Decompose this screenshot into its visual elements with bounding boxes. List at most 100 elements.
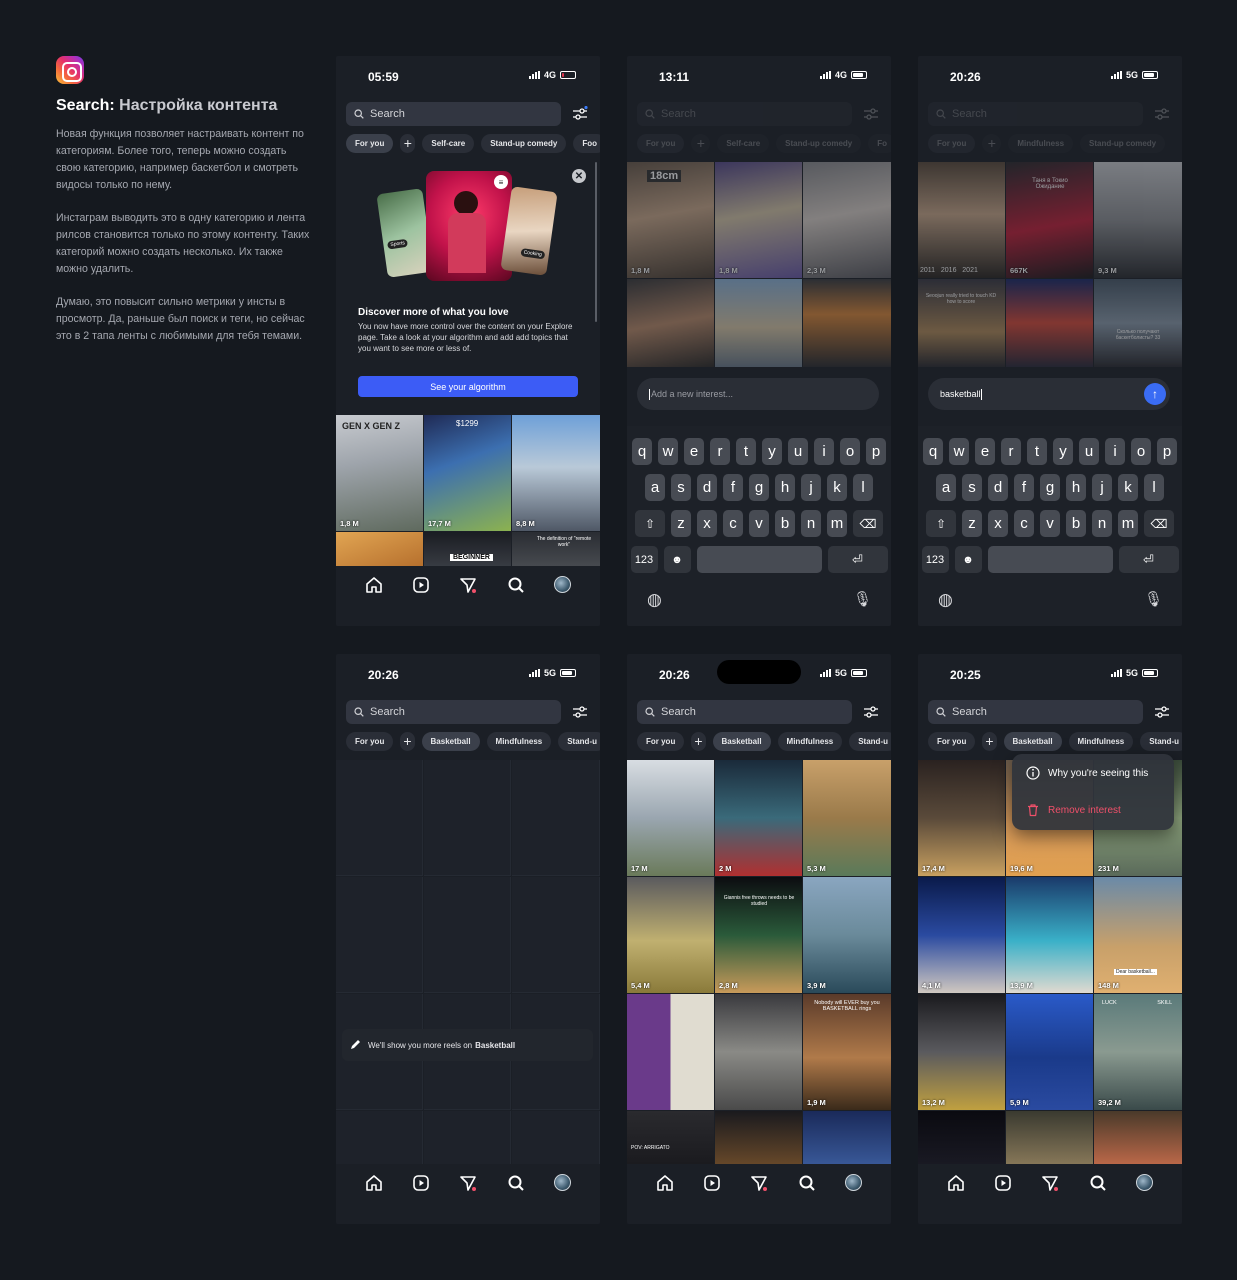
reel-tile[interactable]: 4,1 M bbox=[918, 877, 1005, 993]
chip-for-you[interactable]: For you bbox=[637, 731, 685, 751]
reel-tile[interactable]: 2 M bbox=[715, 760, 802, 876]
reel-tile[interactable] bbox=[627, 279, 714, 367]
key[interactable]: e bbox=[684, 438, 704, 465]
chip-for-you[interactable]: For you bbox=[928, 133, 976, 153]
filter-sliders-icon[interactable] bbox=[1154, 704, 1170, 720]
key[interactable]: w bbox=[658, 438, 678, 465]
key[interactable]: o bbox=[1131, 438, 1151, 465]
key[interactable]: b bbox=[775, 510, 795, 537]
key[interactable]: f bbox=[723, 474, 743, 501]
reel-tile[interactable]: Giannis free throws needs to be studied 2… bbox=[715, 877, 802, 993]
filter-sliders-icon[interactable] bbox=[863, 106, 879, 122]
chip-for-you[interactable]: For you bbox=[346, 133, 394, 153]
reel-tile[interactable] bbox=[1006, 279, 1093, 367]
key[interactable]: i bbox=[814, 438, 834, 465]
return-key[interactable]: ⏎ bbox=[827, 546, 888, 573]
emoji-key[interactable]: ☻ bbox=[954, 546, 982, 573]
new-interest-input[interactable]: basketball ↑ bbox=[928, 378, 1170, 410]
chip-stand-up[interactable]: Stand-u bbox=[1140, 731, 1182, 751]
key[interactable]: w bbox=[949, 438, 969, 465]
key[interactable]: s bbox=[671, 474, 691, 501]
reel-tile[interactable] bbox=[627, 994, 714, 1110]
reels-icon[interactable] bbox=[703, 1174, 721, 1192]
key[interactable]: g bbox=[1040, 474, 1060, 501]
see-algorithm-button[interactable]: See your algorithm bbox=[358, 376, 578, 397]
microphone-icon[interactable]: 🎙 bbox=[853, 590, 872, 608]
key[interactable]: r bbox=[710, 438, 730, 465]
filter-sliders-icon[interactable] bbox=[572, 106, 588, 122]
key[interactable]: b bbox=[1066, 510, 1086, 537]
home-icon[interactable] bbox=[656, 1174, 674, 1192]
key[interactable]: a bbox=[936, 474, 956, 501]
emoji-key[interactable]: ☻ bbox=[663, 546, 691, 573]
key[interactable]: k bbox=[827, 474, 847, 501]
reel-tile[interactable]: 5,4 M bbox=[627, 877, 714, 993]
reels-icon[interactable] bbox=[412, 1174, 430, 1192]
reel-tile[interactable]: 9,3 M bbox=[1094, 162, 1182, 278]
search-nav-icon[interactable] bbox=[798, 1174, 816, 1192]
chip-self-care[interactable]: Self-care bbox=[717, 133, 770, 153]
key[interactable]: v bbox=[749, 510, 769, 537]
reel-tile[interactable]: Nobody will EVER buy you BASKETBALL ring… bbox=[803, 994, 891, 1110]
chip-stand-up-comedy[interactable]: Stand-up comedy bbox=[481, 133, 567, 153]
messages-icon[interactable] bbox=[459, 576, 477, 594]
chip-basketball[interactable]: Basketball bbox=[1003, 731, 1062, 751]
key[interactable]: j bbox=[1092, 474, 1112, 501]
filter-sliders-icon[interactable] bbox=[572, 704, 588, 720]
key[interactable]: v bbox=[1040, 510, 1060, 537]
search-input[interactable]: Search bbox=[346, 700, 561, 724]
globe-icon[interactable]: ◍ bbox=[647, 590, 662, 610]
chip-mindfulness[interactable]: Mindfulness bbox=[777, 731, 843, 751]
search-nav-icon[interactable] bbox=[1089, 1174, 1107, 1192]
search-input[interactable]: Search bbox=[637, 102, 852, 126]
key[interactable]: d bbox=[988, 474, 1008, 501]
search-input[interactable]: Search bbox=[346, 102, 561, 126]
add-interest-button[interactable]: + bbox=[691, 133, 711, 153]
reel-tile[interactable]: 3,9 M bbox=[803, 877, 891, 993]
key[interactable]: l bbox=[1144, 474, 1164, 501]
reel-tile[interactable]: Seoojun really tried to touch KD how to … bbox=[918, 279, 1005, 367]
why-seeing-this-item[interactable]: Why you're seeing this bbox=[1026, 766, 1148, 780]
add-interest-button[interactable]: + bbox=[982, 133, 1002, 153]
close-icon[interactable]: ✕ bbox=[572, 169, 586, 183]
reel-tile[interactable] bbox=[715, 1111, 802, 1167]
reel-tile[interactable] bbox=[715, 994, 802, 1110]
add-interest-button[interactable]: + bbox=[691, 731, 706, 751]
key[interactable]: q bbox=[632, 438, 652, 465]
key[interactable]: q bbox=[923, 438, 943, 465]
key[interactable]: g bbox=[749, 474, 769, 501]
key[interactable]: x bbox=[697, 510, 717, 537]
chip-food[interactable]: Fo bbox=[868, 133, 891, 153]
search-input[interactable]: Search bbox=[928, 700, 1143, 724]
reel-tile[interactable] bbox=[803, 1111, 891, 1167]
key[interactable]: t bbox=[1027, 438, 1047, 465]
chip-self-care[interactable]: Self-care bbox=[422, 133, 475, 153]
reel-tile[interactable]: 2,3 M bbox=[803, 162, 891, 278]
reel-tile[interactable]: 17 M bbox=[627, 760, 714, 876]
search-input[interactable]: Search bbox=[928, 102, 1143, 126]
chip-stand-up[interactable]: Stand-u bbox=[558, 731, 600, 751]
key[interactable]: y bbox=[762, 438, 782, 465]
reel-tile[interactable]: 17,4 M bbox=[918, 760, 1005, 876]
reel-tile[interactable] bbox=[918, 1111, 1005, 1167]
key[interactable]: l bbox=[853, 474, 873, 501]
key[interactable]: z bbox=[671, 510, 691, 537]
home-icon[interactable] bbox=[365, 1174, 383, 1192]
chip-stand-up[interactable]: Stand-u bbox=[849, 731, 891, 751]
reel-tile[interactable]: BEGINNER bbox=[424, 532, 511, 570]
key[interactable]: m bbox=[827, 510, 847, 537]
globe-icon[interactable]: ◍ bbox=[938, 590, 953, 610]
reel-tile[interactable] bbox=[1006, 1111, 1093, 1167]
scrollbar[interactable] bbox=[595, 162, 597, 322]
key[interactable]: y bbox=[1053, 438, 1073, 465]
space-key[interactable] bbox=[987, 546, 1113, 573]
key[interactable]: t bbox=[736, 438, 756, 465]
reel-tile[interactable]: 2011 2016 2021 bbox=[918, 162, 1005, 278]
reel-tile[interactable] bbox=[336, 532, 423, 570]
reel-tile[interactable]: POV: ARRIGATO bbox=[627, 1111, 714, 1167]
reel-tile[interactable]: 8,8 M bbox=[512, 415, 600, 531]
key[interactable]: h bbox=[1066, 474, 1086, 501]
home-icon[interactable] bbox=[365, 576, 383, 594]
reel-tile[interactable]: 13,9 M bbox=[1006, 877, 1093, 993]
add-interest-button[interactable]: + bbox=[400, 133, 416, 153]
